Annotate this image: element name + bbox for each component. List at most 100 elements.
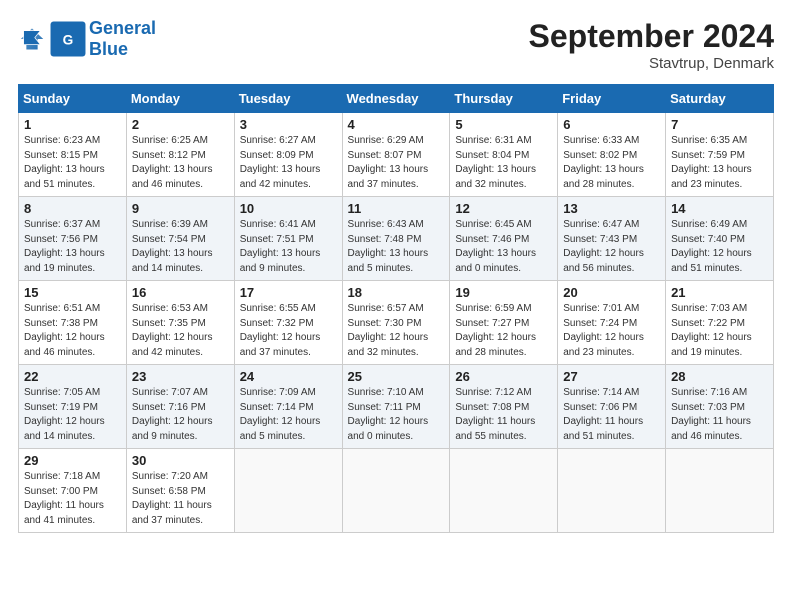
- day-number: 14: [671, 201, 768, 216]
- day-number: 29: [24, 453, 121, 468]
- day-number: 17: [240, 285, 337, 300]
- day-number: 16: [132, 285, 229, 300]
- day-number: 25: [348, 369, 445, 384]
- day-info: Sunrise: 7:07 AMSunset: 7:16 PMDaylight:…: [132, 386, 229, 444]
- calendar-cell: 18 Sunrise: 6:57 AMSunset: 7:30 PMDayligh…: [342, 281, 450, 365]
- calendar-cell: 27 Sunrise: 7:14 AMSunset: 7:06 PMDayligh…: [558, 365, 666, 449]
- day-info: Sunrise: 7:18 AMSunset: 7:00 PMDaylight:…: [24, 470, 121, 528]
- day-number: 12: [455, 201, 552, 216]
- day-header-monday: Monday: [126, 85, 234, 113]
- calendar-cell: [342, 449, 450, 533]
- calendar-cell: 11 Sunrise: 6:43 AMSunset: 7:48 PMDayligh…: [342, 197, 450, 281]
- day-info: Sunrise: 6:37 AMSunset: 7:56 PMDaylight:…: [24, 218, 121, 276]
- day-number: 28: [671, 369, 768, 384]
- day-number: 15: [24, 285, 121, 300]
- svg-text:G: G: [63, 32, 74, 47]
- calendar-cell: 12 Sunrise: 6:45 AMSunset: 7:46 PMDayligh…: [450, 197, 558, 281]
- logo-line1: General: [89, 18, 156, 39]
- day-info: Sunrise: 6:33 AMSunset: 8:02 PMDaylight:…: [563, 134, 660, 192]
- calendar-cell: 26 Sunrise: 7:12 AMSunset: 7:08 PMDayligh…: [450, 365, 558, 449]
- day-info: Sunrise: 6:49 AMSunset: 7:40 PMDaylight:…: [671, 218, 768, 276]
- calendar-cell: 4 Sunrise: 6:29 AMSunset: 8:07 PMDaylight…: [342, 113, 450, 197]
- day-number: 1: [24, 117, 121, 132]
- calendar-cell: 3 Sunrise: 6:27 AMSunset: 8:09 PMDaylight…: [234, 113, 342, 197]
- day-info: Sunrise: 7:03 AMSunset: 7:22 PMDaylight:…: [671, 302, 768, 360]
- day-number: 9: [132, 201, 229, 216]
- calendar-cell: 1 Sunrise: 6:23 AMSunset: 8:15 PMDaylight…: [19, 113, 127, 197]
- day-number: 10: [240, 201, 337, 216]
- day-header-wednesday: Wednesday: [342, 85, 450, 113]
- day-number: 3: [240, 117, 337, 132]
- logo: G General Blue: [18, 18, 156, 59]
- calendar-cell: 2 Sunrise: 6:25 AMSunset: 8:12 PMDaylight…: [126, 113, 234, 197]
- day-number: 22: [24, 369, 121, 384]
- day-info: Sunrise: 6:47 AMSunset: 7:43 PMDaylight:…: [563, 218, 660, 276]
- day-info: Sunrise: 6:51 AMSunset: 7:38 PMDaylight:…: [24, 302, 121, 360]
- day-number: 21: [671, 285, 768, 300]
- day-info: Sunrise: 6:53 AMSunset: 7:35 PMDaylight:…: [132, 302, 229, 360]
- day-number: 2: [132, 117, 229, 132]
- day-number: 8: [24, 201, 121, 216]
- day-info: Sunrise: 6:59 AMSunset: 7:27 PMDaylight:…: [455, 302, 552, 360]
- day-info: Sunrise: 6:23 AMSunset: 8:15 PMDaylight:…: [24, 134, 121, 192]
- calendar-cell: 10Sunrise: 6:41 AMSunset: 7:51 PMDayligh…: [234, 197, 342, 281]
- calendar-cell: 30Sunrise: 7:20 AMSunset: 6:58 PMDayligh…: [126, 449, 234, 533]
- day-number: 5: [455, 117, 552, 132]
- calendar-cell: 15 Sunrise: 6:51 AMSunset: 7:38 PMDayligh…: [19, 281, 127, 365]
- calendar-cell: 16 Sunrise: 6:53 AMSunset: 7:35 PMDayligh…: [126, 281, 234, 365]
- day-number: 11: [348, 201, 445, 216]
- day-number: 20: [563, 285, 660, 300]
- day-number: 26: [455, 369, 552, 384]
- calendar-table: SundayMondayTuesdayWednesdayThursdayFrid…: [18, 84, 774, 533]
- week-row-5: 29 Sunrise: 7:18 AMSunset: 7:00 PMDayligh…: [19, 449, 774, 533]
- day-info: Sunrise: 7:20 AMSunset: 6:58 PMDaylight:…: [132, 470, 229, 528]
- day-header-thursday: Thursday: [450, 85, 558, 113]
- day-info: Sunrise: 6:25 AMSunset: 8:12 PMDaylight:…: [132, 134, 229, 192]
- day-info: Sunrise: 6:29 AMSunset: 8:07 PMDaylight:…: [348, 134, 445, 192]
- day-info: Sunrise: 6:57 AMSunset: 7:30 PMDaylight:…: [348, 302, 445, 360]
- day-header-sunday: Sunday: [19, 85, 127, 113]
- day-header-tuesday: Tuesday: [234, 85, 342, 113]
- day-number: 4: [348, 117, 445, 132]
- calendar-cell: 21 Sunrise: 7:03 AMSunset: 7:22 PMDayligh…: [666, 281, 774, 365]
- calendar-cell: 28 Sunrise: 7:16 AMSunset: 7:03 PMDayligh…: [666, 365, 774, 449]
- day-number: 24: [240, 369, 337, 384]
- day-header-saturday: Saturday: [666, 85, 774, 113]
- location: Stavtrup, Denmark: [529, 55, 774, 72]
- day-number: 23: [132, 369, 229, 384]
- day-info: Sunrise: 6:39 AMSunset: 7:54 PMDaylight:…: [132, 218, 229, 276]
- calendar-cell: 22Sunrise: 7:05 AMSunset: 7:19 PMDayligh…: [19, 365, 127, 449]
- header: G General Blue September 2024 Stavtrup, …: [18, 18, 774, 72]
- calendar-cell: 24 Sunrise: 7:09 AMSunset: 7:14 PMDayligh…: [234, 365, 342, 449]
- day-info: Sunrise: 6:43 AMSunset: 7:48 PMDaylight:…: [348, 218, 445, 276]
- day-info: Sunrise: 6:31 AMSunset: 8:04 PMDaylight:…: [455, 134, 552, 192]
- calendar-cell: 25Sunrise: 7:10 AMSunset: 7:11 PMDayligh…: [342, 365, 450, 449]
- day-header-row: SundayMondayTuesdayWednesdayThursdayFrid…: [19, 85, 774, 113]
- calendar-cell: 7Sunrise: 6:35 AMSunset: 7:59 PMDaylight…: [666, 113, 774, 197]
- calendar-cell: [450, 449, 558, 533]
- calendar-cell: 19Sunrise: 6:59 AMSunset: 7:27 PMDayligh…: [450, 281, 558, 365]
- day-info: Sunrise: 7:16 AMSunset: 7:03 PMDaylight:…: [671, 386, 768, 444]
- calendar-cell: 9 Sunrise: 6:39 AMSunset: 7:54 PMDaylight…: [126, 197, 234, 281]
- logo-text-block: G General Blue: [49, 18, 156, 59]
- day-info: Sunrise: 7:01 AMSunset: 7:24 PMDaylight:…: [563, 302, 660, 360]
- week-row-4: 22Sunrise: 7:05 AMSunset: 7:19 PMDayligh…: [19, 365, 774, 449]
- day-info: Sunrise: 6:45 AMSunset: 7:46 PMDaylight:…: [455, 218, 552, 276]
- day-info: Sunrise: 7:09 AMSunset: 7:14 PMDaylight:…: [240, 386, 337, 444]
- logo-line2: Blue: [89, 39, 156, 60]
- week-row-1: 1 Sunrise: 6:23 AMSunset: 8:15 PMDaylight…: [19, 113, 774, 197]
- month-title: September 2024: [529, 18, 774, 55]
- day-info: Sunrise: 7:14 AMSunset: 7:06 PMDaylight:…: [563, 386, 660, 444]
- calendar-cell: 14 Sunrise: 6:49 AMSunset: 7:40 PMDayligh…: [666, 197, 774, 281]
- day-number: 13: [563, 201, 660, 216]
- calendar-cell: [558, 449, 666, 533]
- calendar-cell: 6Sunrise: 6:33 AMSunset: 8:02 PMDaylight…: [558, 113, 666, 197]
- calendar-cell: 13 Sunrise: 6:47 AMSunset: 7:43 PMDayligh…: [558, 197, 666, 281]
- calendar-cell: 17 Sunrise: 6:55 AMSunset: 7:32 PMDayligh…: [234, 281, 342, 365]
- day-info: Sunrise: 6:27 AMSunset: 8:09 PMDaylight:…: [240, 134, 337, 192]
- day-number: 27: [563, 369, 660, 384]
- day-number: 18: [348, 285, 445, 300]
- day-info: Sunrise: 7:12 AMSunset: 7:08 PMDaylight:…: [455, 386, 552, 444]
- calendar-cell: 23 Sunrise: 7:07 AMSunset: 7:16 PMDayligh…: [126, 365, 234, 449]
- day-info: Sunrise: 6:55 AMSunset: 7:32 PMDaylight:…: [240, 302, 337, 360]
